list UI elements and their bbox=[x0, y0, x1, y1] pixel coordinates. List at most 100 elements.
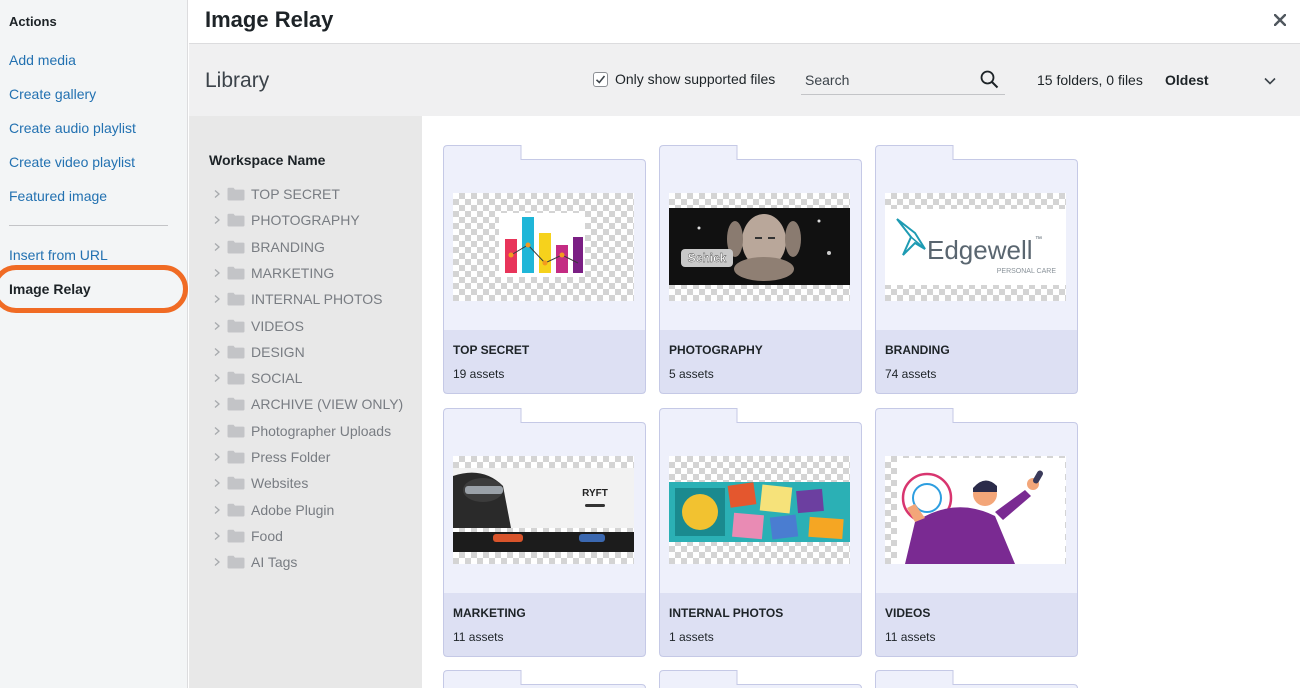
ryft-banner-thumbnail: RYFT bbox=[453, 468, 634, 552]
tree-folder-item[interactable]: Food bbox=[213, 526, 283, 546]
search-icon[interactable] bbox=[980, 70, 999, 89]
chevron-right-icon[interactable] bbox=[213, 294, 227, 304]
tree-folder-item[interactable]: SOCIAL bbox=[213, 368, 302, 388]
folder-card[interactable]: RYFT MARKETING 11 assets bbox=[443, 408, 646, 657]
chevron-right-icon[interactable] bbox=[213, 531, 227, 541]
folder-card[interactable]: Schick PHOTOGRAPHY 5 assets bbox=[659, 145, 862, 394]
supported-files-checkbox[interactable] bbox=[593, 71, 608, 87]
tree-folder-item[interactable]: AI Tags bbox=[213, 552, 297, 572]
search-input[interactable] bbox=[803, 66, 975, 94]
folder-card-name: TOP SECRET bbox=[453, 343, 530, 357]
chevron-right-icon[interactable] bbox=[213, 426, 227, 436]
folder-card-partial[interactable] bbox=[875, 670, 1078, 688]
tree-folder-label: BRANDING bbox=[251, 238, 325, 255]
menu-item-create-video-playlist[interactable]: Create video playlist bbox=[9, 154, 135, 170]
tree-folder-item[interactable]: INTERNAL PHOTOS bbox=[213, 289, 382, 309]
folder-icon bbox=[227, 450, 245, 464]
close-icon bbox=[1273, 13, 1287, 27]
tree-folder-item[interactable]: BRANDING bbox=[213, 237, 325, 257]
folder-icon bbox=[227, 187, 245, 201]
folder-card-partial[interactable] bbox=[659, 670, 862, 688]
tree-folder-item[interactable]: Photographer Uploads bbox=[213, 421, 391, 441]
folder-card-count: 11 assets bbox=[453, 630, 504, 644]
tree-folder-item[interactable]: ARCHIVE (VIEW ONLY) bbox=[213, 394, 403, 414]
folder-card[interactable]: Edgewell ™ PERSONAL CARE BRANDING 74 assets bbox=[875, 145, 1078, 394]
supported-files-toggle[interactable]: Only show supported files bbox=[593, 71, 775, 87]
menu-item-create-audio-playlist[interactable]: Create audio playlist bbox=[9, 120, 136, 136]
library-toolbar: Library Only show supported files 15 fol… bbox=[189, 44, 1300, 116]
chevron-right-icon[interactable] bbox=[213, 189, 227, 199]
tree-folder-label: VIDEOS bbox=[251, 317, 304, 334]
close-button[interactable] bbox=[1273, 9, 1287, 32]
actions-menu-title: Actions bbox=[9, 14, 57, 29]
folder-icon bbox=[227, 292, 245, 306]
sort-dropdown[interactable]: Oldest bbox=[1165, 72, 1281, 90]
tree-folder-item[interactable]: DESIGN bbox=[213, 342, 305, 362]
tree-folder-item[interactable]: TOP SECRET bbox=[213, 184, 340, 204]
folder-thumbnail bbox=[669, 456, 850, 564]
tree-folder-label: AI Tags bbox=[251, 554, 298, 571]
chevron-right-icon[interactable] bbox=[213, 505, 227, 515]
folder-icon bbox=[227, 214, 245, 227]
svg-text:PERSONAL CARE: PERSONAL CARE bbox=[997, 268, 1057, 275]
chevron-right-icon[interactable] bbox=[213, 347, 227, 357]
tree-folder-label: Photographer Uploads bbox=[251, 422, 392, 439]
menu-item-create-gallery[interactable]: Create gallery bbox=[9, 86, 96, 102]
chevron-right-icon[interactable] bbox=[213, 452, 227, 462]
tree-folder-label: SOCIAL bbox=[251, 370, 303, 387]
folder-icon bbox=[227, 503, 245, 517]
tree-folder-label: DESIGN bbox=[251, 343, 305, 360]
folder-thumbnail bbox=[885, 456, 1066, 564]
menu-item-add-media[interactable]: Add media bbox=[9, 52, 76, 68]
bar-chart-thumbnail bbox=[499, 213, 585, 277]
chevron-right-icon[interactable] bbox=[213, 321, 227, 331]
actions-menu: Actions Add media Create gallery Create … bbox=[0, 0, 188, 688]
folder-card-name: MARKETING bbox=[453, 606, 526, 620]
folder-card-name: INTERNAL PHOTOS bbox=[669, 606, 784, 620]
folder-thumbnail: RYFT bbox=[453, 456, 634, 564]
sort-value: Oldest bbox=[1165, 72, 1209, 88]
folder-thumbnail: Edgewell ™ PERSONAL CARE bbox=[885, 193, 1066, 301]
chevron-right-icon[interactable] bbox=[213, 557, 227, 567]
svg-text:™: ™ bbox=[1035, 236, 1042, 243]
folder-card[interactable]: INTERNAL PHOTOS 1 assets bbox=[659, 408, 862, 657]
tree-folder-item[interactable]: Adobe Plugin bbox=[213, 500, 334, 520]
workspace-name: Workspace Name bbox=[209, 152, 326, 168]
svg-text:Edgewell: Edgewell bbox=[927, 235, 1033, 265]
tree-folder-item[interactable]: PHOTOGRAPHY bbox=[213, 210, 360, 230]
folder-thumbnail: Schick bbox=[669, 193, 850, 301]
folder-thumbnail bbox=[453, 193, 634, 301]
folder-card-count: 19 assets bbox=[453, 367, 505, 381]
chevron-right-icon[interactable] bbox=[213, 242, 227, 252]
illustration-thumbnail bbox=[897, 458, 1065, 564]
folder-card[interactable]: TOP SECRET 19 assets bbox=[443, 145, 646, 394]
svg-text:Schick: Schick bbox=[688, 251, 727, 265]
chevron-right-icon[interactable] bbox=[213, 399, 227, 409]
chevron-right-icon[interactable] bbox=[213, 268, 227, 278]
chevron-right-icon[interactable] bbox=[213, 478, 227, 488]
tree-folder-label: Food bbox=[251, 527, 283, 544]
tree-folder-item[interactable]: VIDEOS bbox=[213, 316, 304, 336]
folder-card-name: VIDEOS bbox=[885, 606, 931, 620]
folder-card-count: 5 assets bbox=[669, 367, 714, 381]
folder-file-count: 15 folders, 0 files bbox=[1037, 72, 1143, 88]
chevron-right-icon[interactable] bbox=[213, 215, 227, 225]
chevron-right-icon[interactable] bbox=[213, 373, 227, 383]
library-title: Library bbox=[205, 69, 270, 92]
chevron-down-icon bbox=[1264, 77, 1276, 85]
tree-folder-item[interactable]: MARKETING bbox=[213, 263, 334, 283]
folder-icon bbox=[227, 424, 245, 438]
tree-folder-label: TOP SECRET bbox=[251, 186, 340, 202]
tree-folder-item[interactable]: Websites bbox=[213, 473, 308, 493]
folder-card-partial[interactable] bbox=[443, 670, 646, 688]
menu-item-insert-from-url[interactable]: Insert from URL bbox=[9, 247, 108, 263]
frame-header: Image Relay bbox=[189, 0, 1300, 44]
tree-folder-label: ARCHIVE (VIEW ONLY) bbox=[251, 396, 404, 413]
menu-item-featured-image[interactable]: Featured image bbox=[9, 188, 107, 204]
folder-card[interactable]: VIDEOS 11 assets bbox=[875, 408, 1078, 657]
folder-icon bbox=[227, 319, 245, 332]
folder-card-shape bbox=[659, 670, 862, 688]
folder-card-count: 11 assets bbox=[885, 630, 936, 644]
edgewell-logo-thumbnail: Edgewell ™ PERSONAL CARE bbox=[885, 209, 1066, 285]
tree-folder-item[interactable]: Press Folder bbox=[213, 447, 330, 467]
